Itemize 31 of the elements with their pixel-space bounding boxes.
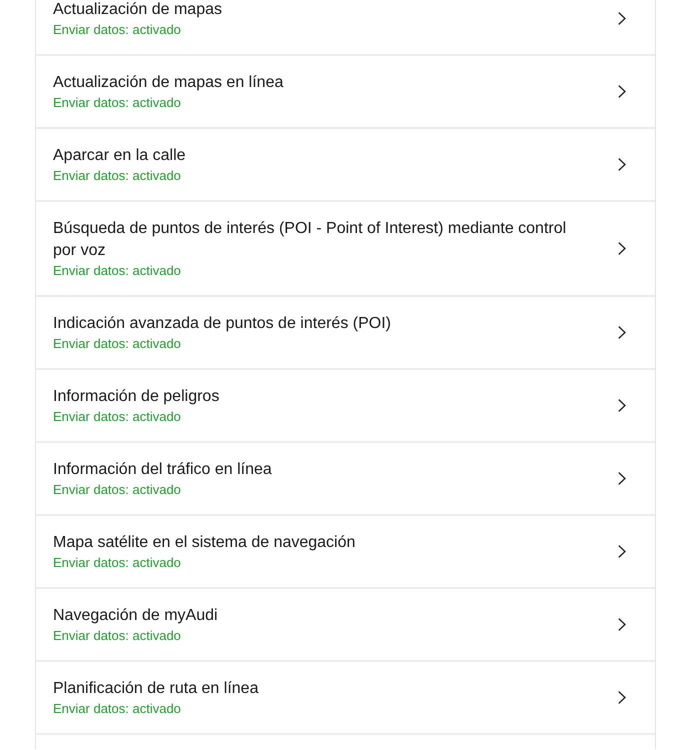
status-text: Enviar datos: activado: [53, 700, 182, 717]
item-title: Aparcar en la calle: [53, 146, 187, 166]
status-text: Enviar datos: activado: [53, 335, 182, 352]
status-text: Enviar datos: activado: [53, 554, 182, 571]
item-title: Mapa satélite en el sistema de navegación: [53, 533, 356, 553]
status-text: Enviar datos: activado: [53, 167, 182, 184]
chevron-right-icon: [618, 618, 626, 631]
item-title: Búsqueda de puntos de interés (POI - Point of Interest) mediante control por voz: [53, 219, 568, 261]
chevron-right-icon: [618, 158, 626, 171]
item-title: Actualización de mapas en línea: [53, 73, 284, 93]
item-title: Información de peligros: [53, 387, 220, 407]
chevron-right-icon: [618, 326, 626, 339]
item-title: Actualización de mapas: [53, 0, 223, 20]
chevron-right-icon: [618, 85, 626, 98]
item-title: Navegación de myAudi: [53, 606, 219, 626]
chevron-right-icon: [618, 472, 626, 485]
status-text: Enviar datos: activado: [53, 21, 182, 38]
status-text: Enviar datos: activado: [53, 627, 182, 644]
item-title: Información del tráfico en línea: [53, 460, 273, 480]
chevron-right-icon: [618, 242, 626, 255]
item-title: Indicación avanzada de puntos de interés (POI): [53, 314, 392, 334]
status-text: Enviar datos: activado: [53, 481, 182, 498]
item-title: Planificación de ruta en línea: [53, 679, 260, 699]
status-text: Enviar datos: activado: [53, 408, 182, 425]
chevron-right-icon: [618, 12, 626, 25]
chevron-right-icon: [618, 399, 626, 412]
list-item[interactable]: Actualización de mapas Enviar datos: activado: [36, 0, 655, 56]
chevron-right-icon: [618, 545, 626, 558]
chevron-right-icon: [618, 691, 626, 704]
status-text: Enviar datos: activado: [53, 94, 182, 111]
status-text: Enviar datos: activado: [53, 262, 182, 279]
